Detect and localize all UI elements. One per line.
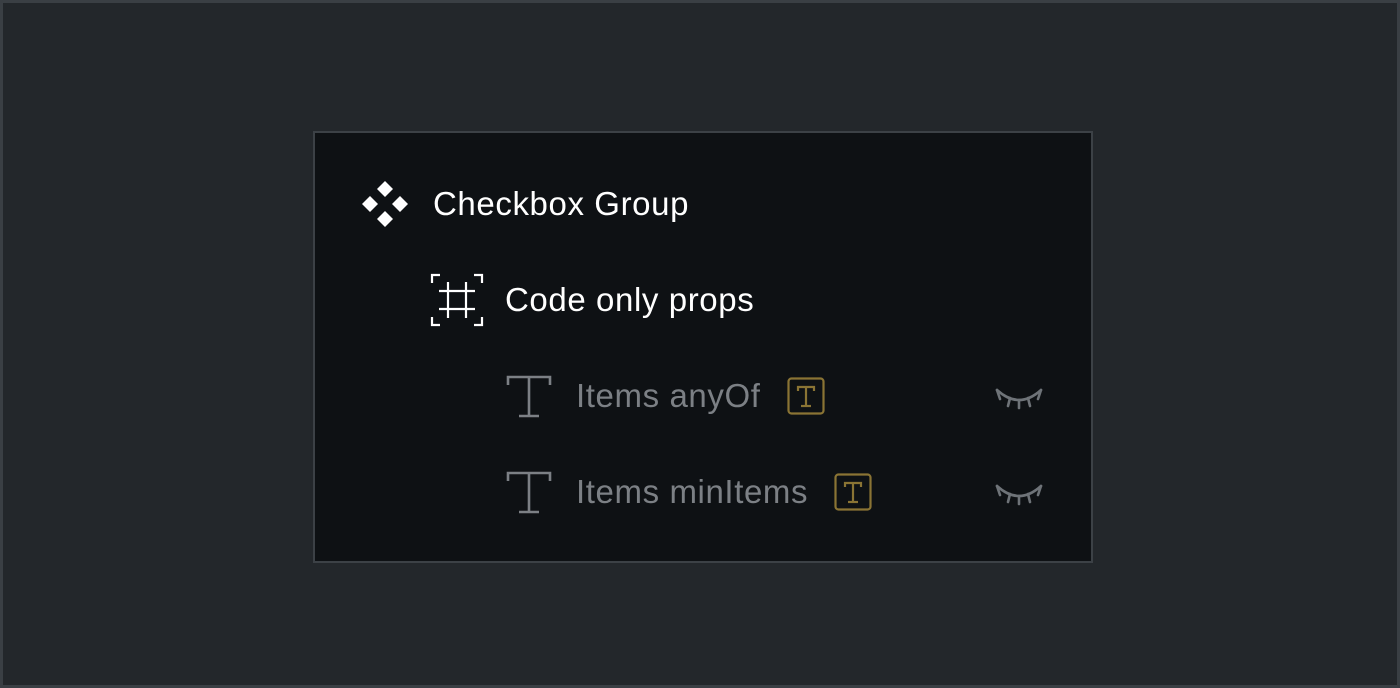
text-prop-badge-icon [834, 473, 872, 511]
frame-icon [430, 273, 484, 327]
text-prop-badge-icon [786, 377, 825, 415]
layer-label: Checkbox Group [433, 185, 690, 222]
layer-item-items-anyof[interactable]: Items anyOf [505, 366, 1045, 426]
layers-panel: Checkbox Group Code only props Items any… [313, 131, 1093, 563]
layer-item-checkbox-group[interactable]: Checkbox Group [360, 174, 689, 234]
component-icon [360, 179, 410, 229]
eye-closed-icon[interactable] [993, 372, 1045, 420]
text-icon [505, 468, 553, 516]
canvas-background: Checkbox Group Code only props Items any… [0, 0, 1400, 688]
layer-item-items-minitems[interactable]: Items minItems [505, 462, 1045, 522]
eye-closed-icon[interactable] [993, 468, 1045, 516]
layer-item-code-only-props[interactable]: Code only props [430, 270, 754, 330]
text-icon [505, 372, 553, 420]
layer-label: Items minItems [576, 473, 809, 510]
layer-label: Items anyOf [576, 377, 761, 414]
layer-label: Code only props [505, 281, 755, 318]
